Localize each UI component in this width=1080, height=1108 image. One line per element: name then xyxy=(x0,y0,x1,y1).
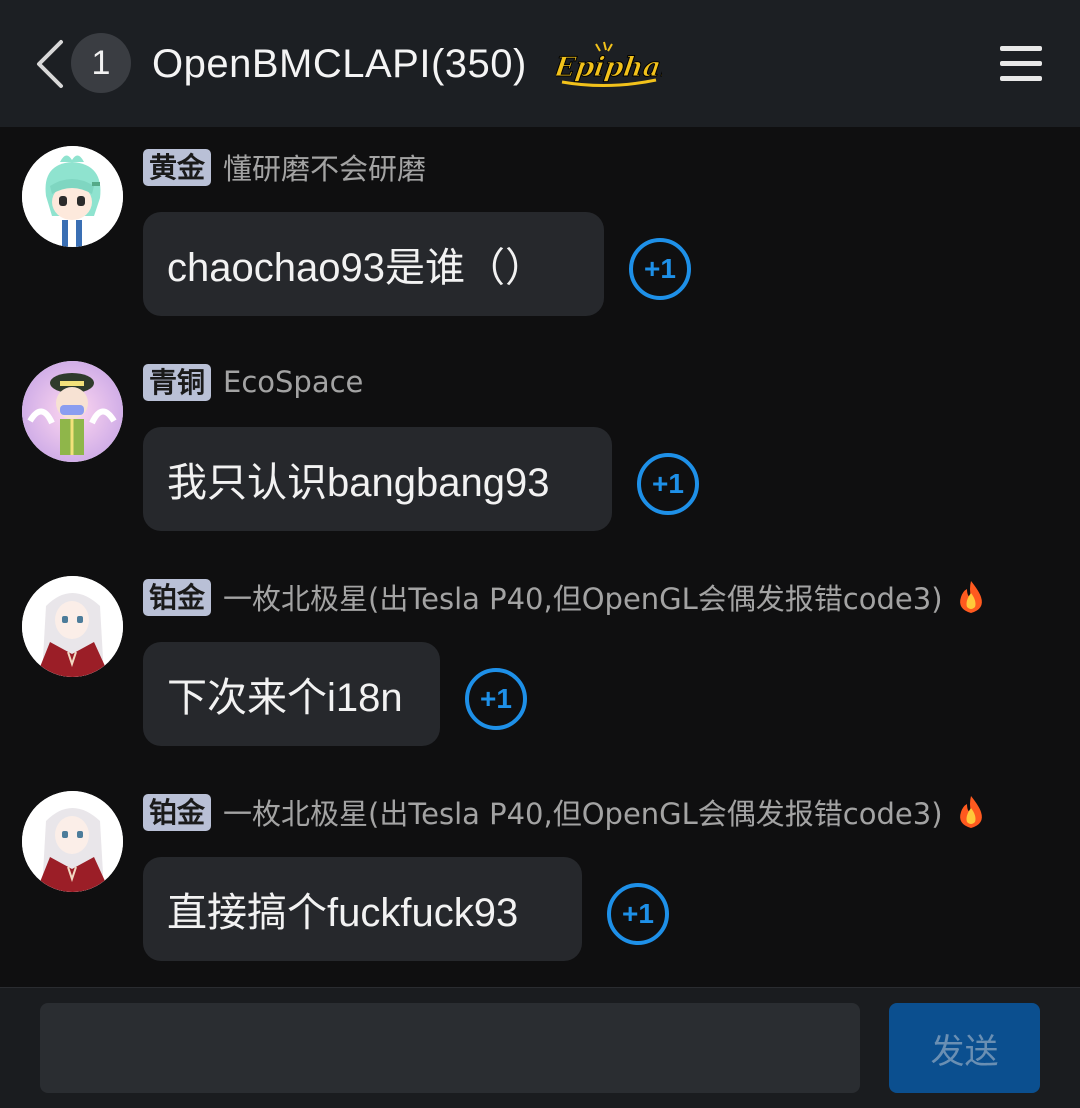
avatar[interactable] xyxy=(22,791,123,892)
sender-nickname[interactable]: 一枚北极星(出Tesla P40,但OpenGL会偶发报错code3) xyxy=(223,576,943,618)
plus-one-button[interactable]: +1 xyxy=(607,883,669,945)
menu-icon xyxy=(1000,46,1042,51)
message-list[interactable]: 黄金 懂研磨不会研磨 chaochao93是谁（） +1 青铜 EcoSpace… xyxy=(0,127,1080,987)
sender-meta: 黄金 懂研磨不会研磨 xyxy=(143,148,426,186)
sender-nickname[interactable]: 一枚北极星(出Tesla P40,但OpenGL会偶发报错code3) xyxy=(223,791,943,833)
sender-meta: 青铜 EcoSpace xyxy=(143,363,363,401)
sender-nickname[interactable]: EcoSpace xyxy=(223,365,363,399)
sender-meta: 铂金 一枚北极星(出Tesla P40,但OpenGL会偶发报错code3) xyxy=(143,578,989,616)
plus-one-button[interactable]: +1 xyxy=(465,668,527,730)
plus-one-button[interactable]: +1 xyxy=(637,453,699,515)
rank-badge: 铂金 xyxy=(143,578,212,616)
message-bubble[interactable]: 下次来个i18n xyxy=(143,642,440,746)
avatar[interactable] xyxy=(22,146,123,247)
avatar[interactable] xyxy=(22,361,123,462)
message-bubble[interactable]: chaochao93是谁（） xyxy=(143,212,604,316)
rank-badge: 黄金 xyxy=(143,148,212,186)
back-chevron-icon xyxy=(37,40,63,88)
group-title: OpenBMCLAPI(350) xyxy=(152,42,527,86)
message-bubble[interactable]: 直接搞个fuckfuck93 xyxy=(143,857,582,961)
composer-bar: 发送 xyxy=(0,987,1080,1108)
avatar[interactable] xyxy=(22,576,123,677)
svg-text:Epiphany: Epiphany xyxy=(556,52,662,83)
rank-badge: 青铜 xyxy=(143,363,212,401)
fire-icon xyxy=(959,581,982,613)
sender-meta: 铂金 一枚北极星(出Tesla P40,但OpenGL会偶发报错code3) xyxy=(143,793,989,831)
menu-button[interactable] xyxy=(998,42,1044,84)
rank-badge: 铂金 xyxy=(143,793,212,831)
message-bubble[interactable]: 我只认识bangbang93 xyxy=(143,427,612,531)
chat-header: 1 OpenBMCLAPI(350) Epiphany xyxy=(0,0,1080,127)
plus-one-button[interactable]: +1 xyxy=(629,238,691,300)
epiphany-logo: Epiphany xyxy=(556,41,662,88)
back-button[interactable] xyxy=(30,36,70,92)
sender-nickname[interactable]: 懂研磨不会研磨 xyxy=(223,146,426,188)
message-input[interactable] xyxy=(40,1003,860,1093)
fire-icon xyxy=(959,796,982,828)
send-button[interactable]: 发送 xyxy=(889,1003,1040,1093)
unread-count-badge[interactable]: 1 xyxy=(71,33,131,93)
